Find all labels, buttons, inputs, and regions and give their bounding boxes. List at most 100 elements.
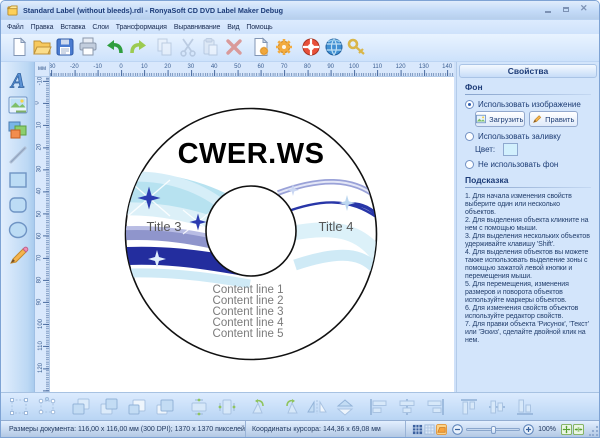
no-background-radio-row[interactable]: Не использовать фон [465,160,591,169]
menu-item[interactable]: Трансформация [116,24,167,31]
menu-item[interactable]: Помощь [246,24,272,31]
menu-bar: Файл Правка Вставка Слои Трансформация Выравн… [1,20,599,34]
content-line[interactable]: Content line 5 [213,328,284,340]
new-document-button[interactable] [8,36,30,60]
ruler-label: 110 [372,64,383,70]
ruler-label: 140 [442,64,453,70]
canvas-area: мм -30-20-100102030405060708090100110120… [35,62,454,392]
zoom-out-button[interactable] [452,423,463,435]
use-fill-radio-row[interactable]: Использовать заливку [465,132,591,141]
document-canvas[interactable]: CWER.WS Title 3 Title 4 Content line 1 Co… [50,77,454,392]
select-object-button[interactable] [7,396,31,418]
align-left-button[interactable] [367,396,391,418]
fit-page-button[interactable] [561,423,572,435]
use-image-radio[interactable] [465,100,474,109]
fit-width-button[interactable] [187,396,211,418]
vertical-ruler: -10 0 10 20 30 40 50 60 70 80 90 100 110 120 [35,77,50,392]
ellipse-tool-button[interactable] [6,220,30,242]
zoom-slider[interactable] [466,425,521,434]
menu-item[interactable]: Вид [227,24,239,31]
ruler-label: 0 [119,64,123,70]
ruler-label: 70 [280,64,288,70]
copy-button[interactable] [154,36,176,60]
ruler-label: 20 [36,143,43,151]
line-tool-button[interactable] [6,145,30,167]
zoom-slider-thumb[interactable] [491,425,497,434]
website-button[interactable] [323,36,345,60]
ruler-label: 0 [35,101,41,105]
ruler-label: 70 [36,254,43,262]
ruler-label: 110 [37,341,44,351]
load-image-label: Загрузить [489,114,524,124]
image-tool-button[interactable] [6,95,30,117]
rotate-left-button[interactable] [249,396,273,418]
cut-button[interactable] [177,36,199,60]
menu-item[interactable]: Вставка [60,24,85,31]
redo-button[interactable] [127,36,149,60]
minimize-button[interactable] [544,6,553,14]
maximize-button[interactable] [562,6,571,14]
bring-to-front-button[interactable] [69,396,93,418]
use-image-radio-row[interactable]: Использовать изображение [465,100,591,109]
save-button[interactable] [54,36,76,60]
ruler-label: 100 [38,318,45,330]
edit-image-label: Править [545,114,575,124]
label-title4-text: Title 4 [319,219,354,234]
open-button[interactable] [31,36,53,60]
tip-line: 7. Для правки объекта 'Рисунок', 'Текст'… [465,321,589,344]
grid-view-button[interactable] [412,424,423,435]
print-button[interactable] [77,36,99,60]
rotate-object-button[interactable] [35,396,59,418]
flip-horizontal-button[interactable] [305,396,329,418]
menu-item[interactable]: Выравнивание [174,24,221,31]
align-middle-button[interactable] [485,396,509,418]
properties-panel: Свойства Фон Использовать изображение За… [456,62,599,392]
clipart-tool-button[interactable] [6,120,30,142]
menu-item[interactable]: Файл [7,24,24,31]
tools-palette: A [1,62,35,392]
fill-color-swatch[interactable] [503,143,519,156]
svg-text:A: A [8,70,24,90]
load-image-button[interactable]: Загрузить [475,111,525,127]
close-button[interactable]: ✕ [580,4,589,14]
tips-section-title: Подсказка [465,175,509,185]
snap-button[interactable] [436,423,448,435]
edit-image-button[interactable]: Править [528,111,578,127]
resize-grip[interactable] [589,424,599,437]
use-fill-radio[interactable] [465,132,474,141]
menu-item[interactable]: Правка [31,24,54,31]
fit-width-status-button[interactable] [573,423,584,435]
flip-vertical-button[interactable] [333,396,357,418]
fit-height-button[interactable] [215,396,239,418]
pencil-tool-button[interactable] [6,245,30,267]
zoom-in-button[interactable] [523,423,534,435]
text-tool-button[interactable]: A [6,68,30,93]
grid-light-button[interactable] [424,423,435,435]
bring-forward-button[interactable] [125,396,149,418]
rounded-rectangle-tool-button[interactable] [6,195,30,217]
delete-button[interactable] [223,36,245,60]
settings-button[interactable] [273,36,295,60]
use-fill-label: Использовать заливку [478,132,561,141]
no-background-radio[interactable] [465,160,474,169]
license-key-button[interactable] [346,36,368,60]
ruler-label: 30 [36,165,43,173]
main-toolbar [1,34,599,62]
align-right-button[interactable] [423,396,447,418]
align-top-button[interactable] [457,396,481,418]
disc-hole [205,185,297,277]
send-backward-button[interactable] [153,396,177,418]
menu-item[interactable]: Слои [92,24,109,31]
paste-button[interactable] [200,36,222,60]
ruler-label: 130 [418,64,429,70]
send-to-back-button[interactable] [97,396,121,418]
help-button[interactable] [300,36,322,60]
align-center-button[interactable] [395,396,419,418]
document-settings-button[interactable] [250,36,272,60]
tip-line: 1. Для начала изменения свойств выберите… [465,193,572,216]
undo-button[interactable] [104,36,126,60]
rotate-right-button[interactable] [277,396,301,418]
align-bottom-button[interactable] [513,396,537,418]
properties-header: Свойства [459,64,597,78]
rectangle-tool-button[interactable] [6,170,30,192]
